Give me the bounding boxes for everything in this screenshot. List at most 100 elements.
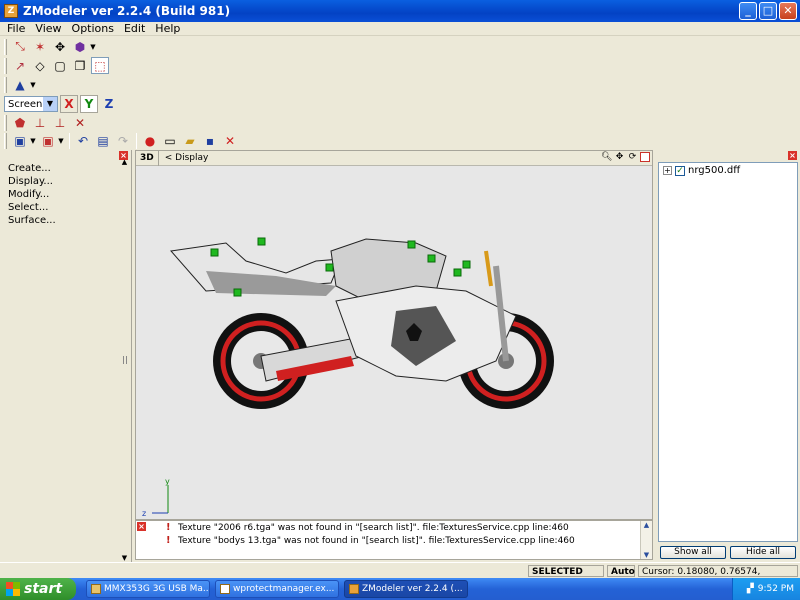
pan-icon[interactable]: ✥: [614, 152, 625, 163]
taskbar-item[interactable]: MMX353G 3G USB Ma...: [86, 580, 210, 598]
tool-icon[interactable]: ⬟: [11, 114, 29, 131]
import-icon[interactable]: ▣: [11, 132, 29, 149]
control-point[interactable]: [462, 260, 471, 269]
vertex-level-icon[interactable]: ↗: [11, 57, 29, 74]
close-icon[interactable]: ×: [137, 522, 146, 531]
command-display[interactable]: Display...: [8, 176, 56, 188]
toolbar-grip[interactable]: [4, 132, 7, 149]
move-tool-icon[interactable]: ✥: [51, 38, 69, 55]
command-surface[interactable]: Surface...: [8, 215, 56, 227]
chevron-down-icon[interactable]: ▼: [29, 137, 37, 145]
taskbar-item-label: MMX353G 3G USB Ma...: [104, 584, 210, 594]
menu-view[interactable]: View: [30, 22, 66, 35]
local-axes-icon[interactable]: ⊥: [31, 114, 49, 131]
coordinate-space-select[interactable]: Screen ▼: [4, 96, 58, 112]
pyramid-icon[interactable]: ▲: [11, 76, 29, 93]
face-level-icon[interactable]: ⬚: [91, 57, 109, 74]
toolbar-axis: Screen ▼ X Y Z: [0, 95, 118, 113]
transform-tool-icon[interactable]: ⬢: [71, 38, 89, 55]
undo-icon[interactable]: ↶: [74, 132, 92, 149]
close-scene-icon[interactable]: ✕: [221, 132, 239, 149]
redo-icon[interactable]: ↷: [114, 132, 132, 149]
scroll-down-icon[interactable]: ▼: [644, 551, 649, 559]
chevron-down-icon[interactable]: ▼: [89, 43, 97, 51]
rotate-icon[interactable]: ⟳: [627, 152, 638, 163]
polygon-level-icon[interactable]: ▢: [51, 57, 69, 74]
visibility-checkbox[interactable]: ✓: [675, 165, 685, 176]
hide-all-button[interactable]: Hide all: [730, 546, 796, 559]
scene-tree: + ✓ nrg500.dff: [658, 162, 798, 542]
zmodeler-app-icon[interactable]: Z: [4, 4, 18, 18]
scene-tree-panel: × + ✓ nrg500.dff Show all Hide all: [656, 150, 800, 562]
scroll-up-icon[interactable]: ▲: [122, 158, 127, 166]
viewport-nav-label[interactable]: < Display: [159, 153, 209, 163]
export-icon[interactable]: ▣: [39, 132, 57, 149]
control-point[interactable]: [233, 288, 242, 297]
chevron-down-icon[interactable]: ▼: [29, 81, 37, 89]
control-point[interactable]: [325, 263, 334, 272]
viewport-3d[interactable]: 3D < Display 🔍︎ ✥ ⟳ y z: [135, 150, 653, 520]
splitter-grip-icon[interactable]: [122, 356, 127, 364]
menu-help[interactable]: Help: [150, 22, 185, 35]
world-axes-icon[interactable]: ⊥: [51, 114, 69, 131]
save-icon[interactable]: ▪: [201, 132, 219, 149]
history-icon[interactable]: ▤: [94, 132, 112, 149]
windows-logo-icon: [6, 582, 20, 596]
log-entry: ! Texture "2006 r6.tga" was not found in…: [136, 521, 652, 534]
object-level-icon[interactable]: ❐: [71, 57, 89, 74]
new-scene-icon[interactable]: ●: [141, 132, 159, 149]
close-icon[interactable]: ×: [788, 151, 797, 160]
chevron-down-icon[interactable]: ▼: [57, 137, 65, 145]
log-scrollbar[interactable]: ▲ ▼: [640, 521, 652, 559]
motorcycle-model[interactable]: [166, 231, 566, 421]
zoom-icon[interactable]: 🔍︎: [601, 152, 612, 163]
title-bar[interactable]: Z ZModeler ver 2.2.4 (Build 981) _ □ ✕: [0, 0, 800, 22]
close-button[interactable]: ✕: [779, 2, 797, 20]
taskbar-item-active[interactable]: ZModeler ver 2.2.4 (...: [344, 580, 468, 598]
minimize-button[interactable]: _: [739, 2, 757, 20]
clock[interactable]: 9:52 PM: [758, 584, 794, 594]
screen-axes-icon[interactable]: ✕: [71, 114, 89, 131]
toolbar-separator: [69, 132, 70, 149]
network-icon[interactable]: ▞: [747, 584, 754, 594]
control-point[interactable]: [210, 248, 219, 257]
maximize-viewport-icon[interactable]: [640, 152, 650, 162]
command-panel-scrollbar[interactable]: ▲ ▼: [120, 158, 129, 562]
toolbar-grip[interactable]: [4, 38, 7, 55]
expand-icon[interactable]: +: [663, 166, 672, 175]
toolbar-file: ▣ ▼ ▣ ▼ ↶ ▤ ↷ ● ▭ ▰ ▪ ✕: [0, 132, 239, 149]
log-message: Texture "2006 r6.tga" was not found in "…: [178, 522, 569, 533]
edge-level-icon[interactable]: ◇: [31, 57, 49, 74]
axis-y-toggle[interactable]: Y: [80, 95, 98, 113]
control-point[interactable]: [427, 254, 436, 263]
command-create[interactable]: Create...: [8, 163, 56, 175]
axis-x-toggle[interactable]: X: [60, 95, 78, 113]
start-button[interactable]: start: [0, 578, 76, 600]
tree-item-label[interactable]: nrg500.dff: [688, 165, 740, 176]
command-select[interactable]: Select...: [8, 202, 56, 214]
chevron-down-icon[interactable]: ▼: [43, 97, 57, 111]
scroll-up-icon[interactable]: ▲: [644, 521, 649, 529]
open-folder-icon[interactable]: ▰: [181, 132, 199, 149]
menu-edit[interactable]: Edit: [119, 22, 150, 35]
show-all-button[interactable]: Show all: [660, 546, 726, 559]
maximize-button[interactable]: □: [759, 2, 777, 20]
tree-item[interactable]: + ✓ nrg500.dff: [659, 163, 797, 178]
toolbar-grip[interactable]: [4, 114, 7, 131]
axis-z-toggle[interactable]: Z: [100, 95, 118, 113]
control-point[interactable]: [407, 240, 416, 249]
select-vertex-tool-icon[interactable]: ⤡: [11, 38, 29, 55]
command-modify[interactable]: Modify...: [8, 189, 56, 201]
new-file-icon[interactable]: ▭: [161, 132, 179, 149]
taskbar-item[interactable]: wprotectmanager.ex...: [215, 580, 339, 598]
app-icon: [91, 584, 101, 594]
menu-file[interactable]: File: [2, 22, 30, 35]
control-point[interactable]: [453, 268, 462, 277]
toolbar-grip[interactable]: [4, 76, 7, 93]
scroll-down-icon[interactable]: ▼: [122, 554, 127, 562]
select-polygon-tool-icon[interactable]: ✶: [31, 38, 49, 55]
toolbar-grip[interactable]: [4, 57, 7, 74]
viewport-mode-label[interactable]: 3D: [136, 150, 159, 166]
control-point[interactable]: [257, 237, 266, 246]
menu-options[interactable]: Options: [67, 22, 119, 35]
